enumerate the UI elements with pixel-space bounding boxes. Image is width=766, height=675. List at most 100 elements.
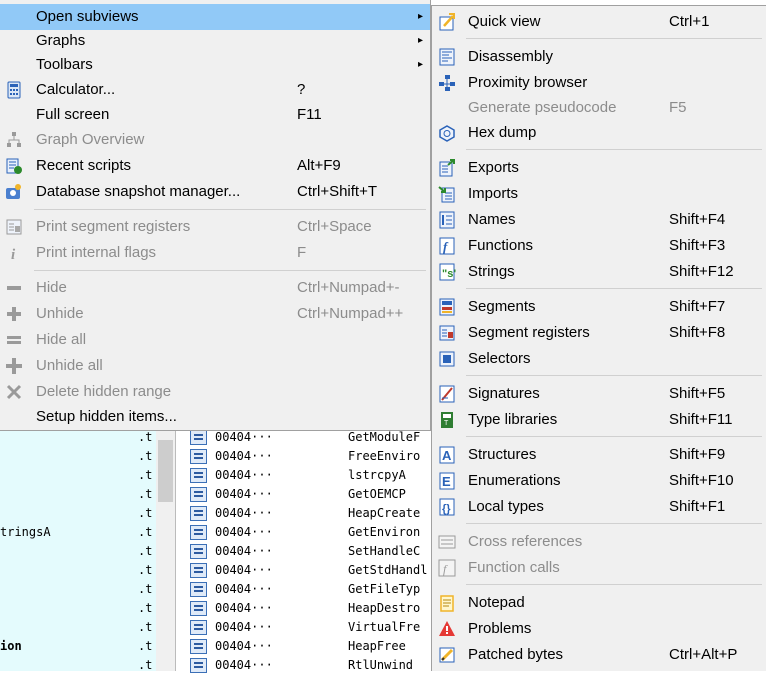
signatures-icon bbox=[438, 385, 456, 403]
table-row[interactable]: .t 00404··· RtlUnwind bbox=[0, 656, 435, 675]
table-row[interactable]: .t 00404··· VirtualFre bbox=[0, 618, 435, 637]
menu-item-hide[interactable]: Hide Ctrl+Numpad+- bbox=[0, 275, 430, 301]
segment-cell: .t bbox=[138, 620, 153, 634]
shortcut-label: Shift+F10 bbox=[669, 472, 734, 489]
problems-icon bbox=[438, 620, 456, 638]
menu-item-generate-pseudocode[interactable]: Generate pseudocode F5 bbox=[432, 95, 766, 121]
menu-item-names[interactable]: Names Shift+F4 bbox=[432, 207, 766, 233]
segments-icon bbox=[438, 298, 456, 316]
menu-item-function-calls[interactable]: f Function calls bbox=[432, 555, 766, 581]
table-row[interactable]: .t 00404··· FreeEnviro bbox=[0, 447, 435, 466]
submenu-arrow-icon: ▸ bbox=[417, 11, 423, 22]
table-row[interactable]: .t 00404··· GetStdHandl bbox=[0, 561, 435, 580]
segment-cell: .t bbox=[138, 525, 153, 539]
menu-item-functions[interactable]: f Functions Shift+F3 bbox=[432, 233, 766, 259]
menu-separator bbox=[466, 523, 762, 524]
menu-item-database-snapshot-manager[interactable]: Database snapshot manager... Ctrl+Shift+T bbox=[0, 179, 430, 205]
import-entry-icon bbox=[190, 639, 207, 654]
import-entry-icon bbox=[190, 449, 207, 464]
menu-item-patched-bytes[interactable]: Patched bytes Ctrl+Alt+P bbox=[432, 642, 766, 668]
menu-item-segment-registers[interactable]: Segment registers Shift+F8 bbox=[432, 320, 766, 346]
import-entry-icon bbox=[190, 525, 207, 540]
menu-item-recent-scripts[interactable]: Recent scripts Alt+F9 bbox=[0, 153, 430, 179]
snapshot-icon bbox=[5, 183, 23, 201]
menu-item-label: Hex dump bbox=[468, 124, 537, 141]
menu-item-structures[interactable]: A Structures Shift+F9 bbox=[432, 442, 766, 468]
address-cell: 00404··· bbox=[215, 620, 273, 634]
menu-item-label: Strings bbox=[468, 263, 515, 280]
menu-item-local-types[interactable]: {} Local types Shift+F1 bbox=[432, 494, 766, 520]
svg-text:E: E bbox=[442, 474, 451, 489]
segment-cell: .t bbox=[138, 449, 153, 463]
table-row[interactable]: .t 00404··· GetOEMCP bbox=[0, 485, 435, 504]
import-entry-icon bbox=[190, 582, 207, 597]
menu-item-unhide[interactable]: Unhide Ctrl+Numpad++ bbox=[0, 301, 430, 327]
recent-scripts-icon bbox=[5, 157, 23, 175]
address-cell: 00404··· bbox=[215, 563, 273, 577]
menu-item-signatures[interactable]: Signatures Shift+F5 bbox=[432, 381, 766, 407]
menu-item-segments[interactable]: Segments Shift+F7 bbox=[432, 294, 766, 320]
menu-item-toolbars[interactable]: Toolbars ▸ bbox=[0, 52, 430, 78]
menu-separator bbox=[466, 584, 762, 585]
table-row[interactable]: .t 00404··· SetHandleC bbox=[0, 542, 435, 561]
menu-item-graph-overview[interactable]: Graph Overview bbox=[0, 127, 430, 153]
menu-item-label: Exports bbox=[468, 159, 519, 176]
view-menu: Open subviews ▸ Graphs ▸ Toolbars ▸ Calculator… bbox=[0, 0, 431, 431]
menu-separator bbox=[466, 38, 762, 39]
shortcut-label: F bbox=[297, 244, 307, 261]
menu-item-label: Selectors bbox=[468, 350, 531, 367]
menu-item-enumerations[interactable]: E Enumerations Shift+F10 bbox=[432, 468, 766, 494]
table-row[interactable]: tringsA .t 00404··· GetEnviron bbox=[0, 523, 435, 542]
segment-cell: .t bbox=[138, 601, 153, 615]
shortcut-label: Shift+F8 bbox=[669, 324, 726, 341]
segment-cell: .t bbox=[138, 468, 153, 482]
open-subviews-submenu: Quick view Ctrl+1 Disassembly Proximity bro… bbox=[431, 5, 766, 671]
import-entry-icon bbox=[190, 601, 207, 616]
table-row[interactable]: .t 00404··· GetFileTyp bbox=[0, 580, 435, 599]
shortcut-label: Ctrl+Shift+T bbox=[297, 183, 378, 200]
shortcut-label: Ctrl+Numpad+- bbox=[297, 279, 400, 296]
disassembly-icon bbox=[438, 48, 456, 66]
menu-item-type-libraries[interactable]: T Type libraries Shift+F11 bbox=[432, 407, 766, 433]
segment-cell: .t bbox=[138, 582, 153, 596]
menu-item-label: Print segment registers bbox=[36, 218, 191, 235]
minus-all-icon bbox=[5, 331, 23, 349]
table-row[interactable]: .t 00404··· lstrcpyA bbox=[0, 466, 435, 485]
menu-item-calculator[interactable]: Calculator...? bbox=[0, 77, 430, 103]
menu-item-hide-all[interactable]: Hide all bbox=[0, 327, 430, 353]
menu-item-strings[interactable]: "s" Strings Shift+F12 bbox=[432, 259, 766, 285]
address-cell: 00404··· bbox=[215, 506, 273, 520]
menu-item-unhide-all[interactable]: Unhide all bbox=[0, 353, 430, 379]
table-row[interactable]: ion .t 00404··· HeapFree bbox=[0, 637, 435, 656]
menu-item-disassembly[interactable]: Disassembly bbox=[432, 44, 766, 70]
shortcut-label: F5 bbox=[669, 99, 687, 116]
menu-item-delete-hidden-range[interactable]: Delete hidden range bbox=[0, 379, 430, 405]
menu-item-graphs[interactable]: Graphs ▸ bbox=[0, 28, 430, 54]
address-cell: 00404··· bbox=[215, 468, 273, 482]
menu-item-setup-hidden-items[interactable]: Setup hidden items... bbox=[0, 404, 430, 430]
menu-item-proximity-browser[interactable]: Proximity browser bbox=[432, 70, 766, 96]
menu-item-quick-view[interactable]: Quick view Ctrl+1 bbox=[432, 9, 766, 35]
menu-item-imports[interactable]: Imports bbox=[432, 181, 766, 207]
menu-item-hex-dump[interactable]: Hex dump bbox=[432, 120, 766, 146]
menu-separator bbox=[466, 436, 762, 437]
menu-item-label: Notepad bbox=[468, 594, 525, 611]
menu-item-label: Local types bbox=[468, 498, 544, 515]
menu-item-selectors[interactable]: Selectors bbox=[432, 346, 766, 372]
menu-item-full-screen[interactable]: Full screen F11 bbox=[0, 102, 430, 128]
menu-item-exports[interactable]: Exports bbox=[432, 155, 766, 181]
menu-item-print-internal-flags[interactable]: i Print internal flags F bbox=[0, 240, 430, 266]
menu-separator bbox=[466, 149, 762, 150]
shortcut-label: Shift+F11 bbox=[669, 411, 733, 428]
table-row[interactable]: .t 00404··· HeapDestro bbox=[0, 599, 435, 618]
menu-item-open-subviews[interactable]: Open subviews ▸ bbox=[0, 4, 430, 30]
menu-item-print-segment-registers[interactable]: Print segment registers Ctrl+Space bbox=[0, 214, 430, 240]
menu-item-cross-references[interactable]: Cross references bbox=[432, 529, 766, 555]
menu-item-label: Structures bbox=[468, 446, 537, 463]
svg-text:A: A bbox=[442, 448, 452, 463]
import-entry-icon bbox=[190, 487, 207, 502]
menu-item-notepad[interactable]: Notepad bbox=[432, 590, 766, 616]
table-row[interactable]: .t 00404··· HeapCreate bbox=[0, 504, 435, 523]
shortcut-label: Ctrl+Numpad++ bbox=[297, 305, 404, 322]
menu-item-problems[interactable]: Problems bbox=[432, 616, 766, 642]
